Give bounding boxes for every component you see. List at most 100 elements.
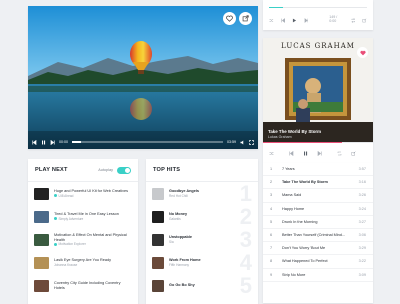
- album-seek-fill: [263, 142, 343, 144]
- track-row[interactable]: 3 Mama Said 3:26: [263, 189, 373, 203]
- tracklist: 1 7 Years 3:57 2 Take The World By Storm 3:16…: [263, 163, 373, 303]
- top-hit-rank: 2: [239, 204, 252, 229]
- external-link-icon: [242, 15, 249, 22]
- top-hits-panel: TOP HITS Goodbye Angels Red Hot Chili 1 No …: [146, 159, 258, 304]
- track-duration: 3:24: [358, 206, 366, 211]
- track-duration: 3:27: [358, 219, 366, 224]
- autoplay-label: Autoplay: [98, 168, 113, 172]
- album-track-title: Take The World By Storm: [268, 129, 322, 134]
- play-next-item[interactable]: Lasik Eye Surgery Are You Ready Johanna K…: [28, 251, 138, 274]
- top-hit-rank: 5: [239, 273, 252, 298]
- play-icon[interactable]: [292, 18, 297, 23]
- track-duration: 3:09: [358, 272, 366, 277]
- favorite-button[interactable]: [223, 12, 236, 25]
- track-duration: 3:22: [358, 259, 366, 264]
- skip-back-icon[interactable]: [280, 17, 286, 23]
- track-number: 3: [270, 193, 273, 198]
- track-row[interactable]: 5 Drunk In the Morning 3:27: [263, 216, 373, 229]
- shuffle-icon[interactable]: [269, 18, 274, 23]
- track-number: 1: [270, 167, 273, 172]
- play-next-title: PLAY NEXT: [35, 167, 68, 173]
- play-next-item[interactable]: Motivation & Effect On Mental and Physic…: [28, 228, 138, 251]
- track-duration: 3:57: [358, 167, 366, 172]
- track-row[interactable]: 4 Happy Home 3:24: [263, 203, 373, 216]
- play-next-item-meta: Motivation Explorer: [58, 242, 86, 247]
- video-frame: [28, 6, 258, 149]
- track-row[interactable]: 6 Better Than Yourself (Criminal Mind... 3…: [263, 229, 373, 243]
- pause-icon[interactable]: [41, 140, 46, 145]
- autoplay-toggle[interactable]: [117, 166, 131, 174]
- video-controls: 00:00 03:59: [28, 135, 258, 149]
- video-player[interactable]: 00:00 03:59: [28, 6, 258, 149]
- repeat-icon[interactable]: [351, 17, 356, 23]
- track-title: Better Than Yourself (Criminal Mind...: [282, 233, 346, 238]
- track-duration: 3:26: [358, 193, 366, 198]
- video-thumbnail: [34, 187, 49, 200]
- album-thumbnail: [152, 210, 164, 223]
- current-time: 00:00: [59, 140, 68, 144]
- track-row[interactable]: 7 Don't You Worry 'Bout Me 3:29: [263, 242, 373, 256]
- track-title: Don't You Worry 'Bout Me: [282, 246, 326, 251]
- top-hit-rank: 4: [239, 250, 252, 275]
- top-hit-item[interactable]: Go Go Bo Shy 5: [146, 274, 258, 297]
- external-link-icon[interactable]: [362, 18, 367, 23]
- top-hit-item[interactable]: Unstoppable Sia 3: [146, 228, 258, 251]
- repeat-icon[interactable]: [337, 151, 342, 156]
- skip-back-icon[interactable]: [289, 150, 294, 156]
- verified-icon: [54, 217, 57, 221]
- album-cover-title: LUCAS GRAHAM: [281, 42, 355, 50]
- top-hit-rank: 3: [239, 227, 252, 252]
- verified-icon: [54, 242, 57, 246]
- track-duration: 3:16: [358, 180, 366, 185]
- skip-back-icon[interactable]: [32, 139, 37, 145]
- album-seek-bar[interactable]: [263, 142, 373, 144]
- track-title: Mama Said: [282, 193, 302, 198]
- track-duration: 3:29: [358, 246, 366, 251]
- track-number: 8: [270, 259, 273, 264]
- skip-forward-icon[interactable]: [304, 17, 309, 23]
- album-artist: Lukas Graham: [268, 135, 292, 139]
- volume-icon[interactable]: [240, 140, 245, 145]
- track-title: Drunk In the Morning: [282, 219, 318, 224]
- play-next-item-title: Coventry City Guide Including Coventry H…: [54, 280, 121, 290]
- track-number: 2: [270, 180, 273, 185]
- video-thumbnail: [34, 210, 49, 223]
- top-hit-item[interactable]: Goodbye Angels Red Hot Chili 1: [146, 182, 258, 205]
- top-hit-item[interactable]: No Money Galantis 2: [146, 205, 258, 228]
- play-next-item-title: Motivation & Effect On Mental and Physic…: [54, 232, 127, 242]
- track-number: 7: [270, 246, 273, 251]
- heart-icon: [359, 50, 366, 55]
- track-title: Strip No More: [282, 272, 306, 277]
- track-number: 4: [270, 206, 273, 211]
- external-link-icon[interactable]: [351, 150, 356, 156]
- fullscreen-icon[interactable]: [249, 139, 254, 145]
- track-row[interactable]: 9 Strip No More 3:09: [263, 269, 373, 282]
- track-title: Happy Home: [282, 206, 305, 211]
- shuffle-icon[interactable]: [269, 151, 274, 156]
- album-thumbnail: [152, 279, 164, 292]
- play-next-item[interactable]: Tired & Travel Me in One Easy Lesson Simp…: [28, 205, 138, 228]
- album-thumbnail: [152, 187, 164, 200]
- video-seek-bar[interactable]: [72, 141, 223, 143]
- play-next-item[interactable]: Huge and Powerful UI Kit for Web Creativ…: [28, 182, 138, 205]
- track-number: 5: [270, 219, 273, 224]
- play-next-item[interactable]: Coventry City Guide Including Coventry H…: [28, 274, 138, 297]
- track-duration: 3:06: [358, 233, 366, 238]
- video-thumbnail: [34, 233, 49, 246]
- album-card: LUCAS GRAHAM Take The World By Storm Luk…: [263, 38, 373, 163]
- album-favorite-button[interactable]: [357, 47, 368, 58]
- top-hit-item[interactable]: Work From Home Fifth Harmony 4: [146, 251, 258, 274]
- track-number: 9: [270, 272, 273, 277]
- play-next-item-meta: Simply Adventure: [58, 216, 84, 221]
- track-row[interactable]: 2 Take The World By Storm 3:16: [263, 176, 373, 190]
- mini-time: 149 / 0:00: [329, 15, 338, 23]
- mini-seek-bar[interactable]: [269, 7, 367, 9]
- skip-forward-icon[interactable]: [50, 139, 55, 145]
- play-next-item-meta: UI8 Ahead: [58, 193, 74, 198]
- skip-forward-icon[interactable]: [317, 150, 322, 156]
- pause-icon[interactable]: [303, 151, 308, 156]
- track-row[interactable]: 1 7 Years 3:57: [263, 163, 373, 177]
- duration: 03:59: [227, 140, 236, 144]
- track-row[interactable]: 8 What Happened To Perfect 3:22: [263, 255, 373, 269]
- open-external-button[interactable]: [239, 12, 252, 25]
